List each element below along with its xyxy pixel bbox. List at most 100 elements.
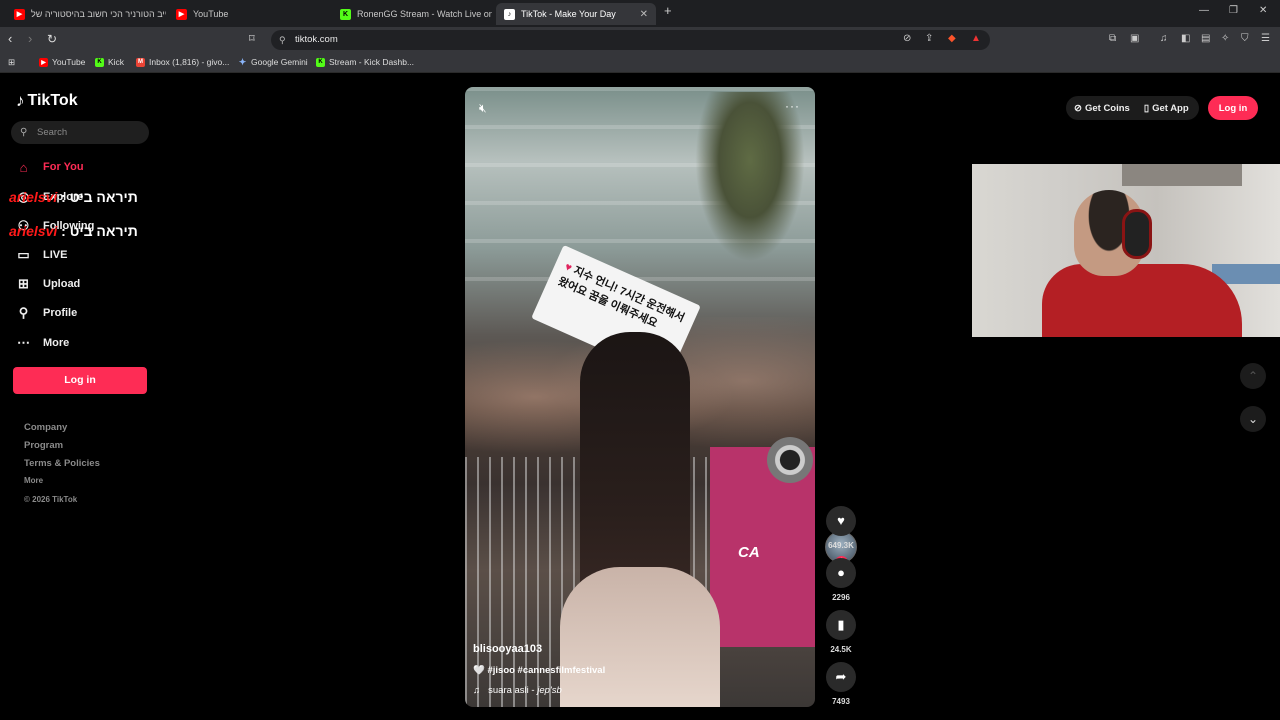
address-toolbar: ‹ › ↻ ⌑ ⚲ tiktok.com ⊘ ⇪ ◆ ▲ ⧉ ▣ ♫ ◧ ▤ ✧… [0, 27, 1280, 53]
browser-tab-bar: ▶ לייב הטורניר הכי חשוב בהיסטוריה של ▶ Y… [0, 0, 1280, 27]
profile-icon: ⚲ [18, 305, 29, 320]
apps-icon[interactable]: ⊞ [8, 57, 15, 68]
tiktok-note-icon: ♪ [16, 91, 25, 110]
video-author[interactable]: blisooyaa103 [473, 643, 542, 655]
tab-search-icon[interactable]: ▣ [1130, 33, 1139, 44]
video-music[interactable]: ♫ suara asli - jep'sb [473, 685, 562, 696]
header-actions: ⊘ Get Coins ▯ Get App [1066, 96, 1199, 120]
tab-label: TikTok - Make Your Day [521, 9, 616, 19]
media-icon[interactable]: ♫ [1160, 33, 1168, 44]
back-icon[interactable]: ‹ [8, 32, 12, 46]
search-icon: ⚲ [20, 127, 28, 138]
more-options-icon[interactable]: ··· [785, 99, 800, 113]
close-window-icon[interactable]: ✕ [1259, 5, 1267, 16]
header-login-button[interactable]: Log in [1208, 96, 1258, 120]
video-player[interactable]: CA ♥ 지수 언니! 7시간 운전해서 왔어요 꿈을 이뤄주세요 🔇︎ ···… [465, 87, 815, 707]
sidebar-item-profile[interactable]: ⚲ Profile [16, 303, 78, 323]
share-button[interactable]: ➦ [826, 662, 856, 692]
heart-icon: ♥ [837, 513, 845, 528]
bookmark-label: Inbox (1,816) - givo... [149, 57, 230, 67]
search-placeholder: Search [37, 127, 68, 138]
footer-link-terms[interactable]: Terms & Policies [24, 458, 100, 469]
youtube-icon: ▶ [176, 8, 187, 20]
sidebar-item-for-you[interactable]: ⌂ For You [16, 157, 84, 177]
coin-icon: ⊘ [1074, 102, 1082, 114]
browser-tab[interactable]: ▶ YouTube [168, 3, 328, 25]
bookmark-youtube[interactable]: ▶ YouTube [39, 57, 85, 67]
tiktok-page: ♪ TikTok ⚲ Search ⌂ For You ◎ Explore ⚇ … [0, 76, 1280, 720]
bookmark-gemini[interactable]: ✦ Google Gemini [238, 56, 308, 68]
share-count: 7493 [832, 697, 850, 706]
url-field[interactable]: ⚲ tiktok.com [271, 30, 990, 50]
search-input[interactable]: ⚲ Search [11, 121, 149, 144]
footer-link-program[interactable]: Program [24, 440, 63, 451]
tiktok-icon: ♪ [504, 8, 515, 20]
menu-icon[interactable]: ☰ [1261, 33, 1270, 44]
sidebar-item-label: Profile [43, 307, 78, 319]
phone-icon: ▯ [1143, 102, 1150, 114]
bookmark-label: Stream - Kick Dashb... [329, 57, 415, 67]
bookmark-icon[interactable]: ⌑ [249, 32, 255, 46]
browser-tab[interactable]: K RonenGG Stream - Watch Live on Kic [332, 3, 492, 25]
webcam-overlay [972, 164, 1280, 337]
bookmark-icon: ▮ [837, 617, 845, 632]
chat-separator: : [61, 223, 66, 239]
bookmarks-bar: ⊞ ▶ YouTube K Kick M Inbox (1,816) - giv… [0, 53, 1280, 73]
sidebar-item-label: LIVE [43, 249, 68, 261]
browser-tab[interactable]: ▶ לייב הטורניר הכי חשוב בהיסטוריה של [6, 3, 166, 25]
leo-ai-icon[interactable]: ✧ [1221, 33, 1229, 44]
sidebar-item-more[interactable]: ⋯ More [16, 333, 69, 353]
vpn-icon[interactable]: ⛉ [1241, 33, 1249, 44]
site-info-icon[interactable]: ⚲ [279, 30, 286, 50]
loading-spinner-icon [767, 437, 813, 483]
tiktok-logo[interactable]: ♪ TikTok [16, 91, 78, 111]
close-tab-icon[interactable]: ✕ [640, 9, 648, 20]
previous-video-chevron-up-icon[interactable]: ⌃ [1240, 363, 1266, 389]
brave-rewards-icon[interactable]: ▲ [971, 33, 981, 44]
video-banner-text: CA [738, 544, 760, 561]
save-button[interactable]: ▮ [826, 610, 856, 640]
bookmark-label: YouTube [52, 57, 86, 67]
kick-icon: K [316, 57, 325, 67]
gmail-icon: M [136, 57, 145, 67]
gemini-icon: ✦ [238, 56, 247, 67]
comment-icon: ● [837, 565, 845, 580]
chat-overlay-message: arielsvi : תיראה ביט [9, 189, 138, 205]
sidebar-icon[interactable]: ◧ [1181, 33, 1190, 44]
minimize-icon[interactable]: — [1199, 5, 1209, 16]
restore-icon[interactable]: ❐ [1229, 5, 1238, 16]
home-icon: ⌂ [19, 159, 28, 175]
video-caption[interactable]: 🤍 #jisoo #cannesfilmfestival [473, 665, 605, 676]
forward-icon[interactable]: › [28, 32, 32, 46]
bookmark-gmail[interactable]: M Inbox (1,816) - givo... [136, 57, 229, 67]
wallet-icon[interactable]: ▤ [1201, 33, 1210, 44]
bookmark-kick-dashboard[interactable]: K Stream - Kick Dashb... [316, 57, 414, 67]
translate-icon[interactable]: ⊘ [903, 33, 911, 44]
get-app-button[interactable]: ▯ Get App [1144, 103, 1189, 114]
browser-tab-active[interactable]: ♪ TikTok - Make Your Day ✕ [496, 3, 656, 25]
youtube-icon: ▶ [14, 8, 25, 20]
youtube-icon: ▶ [39, 57, 48, 67]
next-video-chevron-down-icon[interactable]: ⌄ [1240, 406, 1266, 432]
footer-link-company[interactable]: Company [24, 422, 67, 433]
kick-icon: K [95, 57, 104, 67]
mute-icon[interactable]: 🔇︎ [479, 101, 487, 116]
logo-text: TikTok [27, 92, 78, 109]
tab-label: RonenGG Stream - Watch Live on Kic [357, 9, 492, 19]
bookmark-label: Google Gemini [251, 57, 308, 67]
comment-button[interactable]: ● [826, 558, 856, 588]
footer-link-more[interactable]: More [24, 476, 43, 485]
sidebar-item-live[interactable]: ▭ LIVE [16, 245, 67, 265]
sidebar-login-button[interactable]: Log in [13, 367, 147, 394]
brave-shield-icon[interactable]: ◆ [948, 33, 956, 44]
bookmark-kick[interactable]: K Kick [95, 57, 124, 67]
get-coins-button[interactable]: ⊘ Get Coins [1074, 103, 1130, 114]
extensions-icon[interactable]: ⧉ [1109, 33, 1116, 44]
like-button[interactable]: ♥ [826, 506, 856, 536]
music-title: suara asli [488, 685, 529, 696]
share-icon[interactable]: ⇪ [925, 33, 933, 44]
upload-icon: ⊞ [18, 276, 29, 291]
new-tab-button[interactable]: + [664, 3, 672, 18]
sidebar-item-upload[interactable]: ⊞ Upload [16, 274, 80, 294]
reload-icon[interactable]: ↻ [47, 32, 57, 46]
